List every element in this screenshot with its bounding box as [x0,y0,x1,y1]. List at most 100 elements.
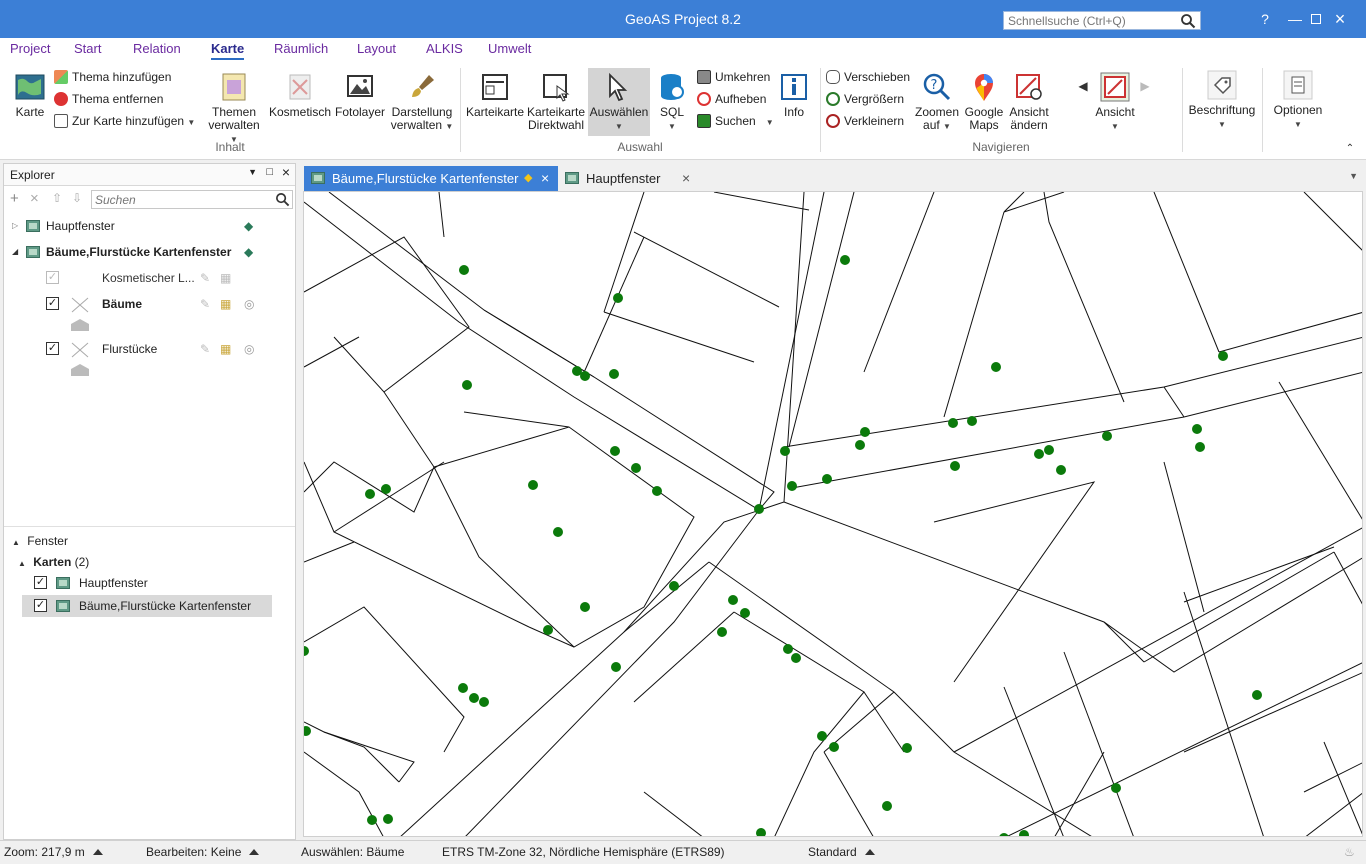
tree-point[interactable] [553,527,563,537]
tree-point[interactable] [669,581,679,591]
tree-point[interactable] [580,602,590,612]
fotolayer-button[interactable]: Fotolayer [334,72,386,119]
tree-point[interactable] [787,481,797,491]
tree-point[interactable] [479,697,489,707]
delete-icon[interactable]: × [30,190,39,207]
collapse-chevron-icon[interactable]: ◢ [12,241,18,263]
ansicht-aendern-button[interactable]: Ansicht ändern [1006,72,1052,132]
status-standard[interactable]: Standard [808,845,875,859]
fenster-header[interactable]: ▲ Fenster [12,530,68,552]
karten-group[interactable]: ▲ Karten (2) [18,551,89,573]
tab-alkis[interactable]: ALKIS [426,41,463,56]
tree-point[interactable] [882,801,892,811]
layer-scale-icon[interactable]: ◎ [244,338,254,360]
edit-pencil-icon[interactable]: ✎ [200,267,210,289]
theme-add-icon[interactable]: ◆ [244,215,253,237]
layer-properties-icon[interactable]: ▦ [220,338,231,360]
tree-point[interactable] [967,416,977,426]
auswaehlen-button[interactable]: Auswählen ▼ [588,68,650,136]
doc-tab-hauptfenster[interactable]: Hauptfenster × [558,166,698,191]
sql-button[interactable]: SQL ▼ [652,72,692,133]
theme-add-icon[interactable]: ◆ [244,241,253,263]
doc-tab-close-icon[interactable]: × [541,166,549,191]
darstellung-verwalten-button[interactable]: Darstellung verwalten ▼ [389,72,455,133]
search-icon[interactable] [275,192,290,207]
tree-point[interactable] [1111,783,1121,793]
window-visible-checkbox[interactable]: ✓ [34,576,47,589]
layer-properties-icon[interactable]: ▦ [220,293,231,315]
tree-point[interactable] [1019,830,1029,837]
collapse-chevron-icon[interactable]: ▲ [12,538,20,547]
kosmetisch-button[interactable]: Kosmetisch [268,72,332,119]
tree-point[interactable] [728,595,738,605]
tree-item-flurstuecke[interactable]: ✓ Flurstücke ✎ ▦ ◎ [44,338,284,360]
edit-pencil-icon[interactable]: ✎ [200,293,210,315]
tree-point[interactable] [817,731,827,741]
zoomen-auf-button[interactable]: ? Zoomen auf ▼ [912,72,962,133]
google-maps-button[interactable]: Google Maps [962,72,1006,132]
bearbeiten-up-arrow-icon[interactable] [249,849,260,855]
tree-point[interactable] [459,265,469,275]
close-button[interactable]: × [1325,8,1355,30]
ansicht-button[interactable]: Ansicht ▼ [1093,72,1137,133]
tree-point[interactable] [631,463,641,473]
tree-point[interactable] [1102,431,1112,441]
thema-hinzufuegen-button[interactable]: Thema hinzufügen [54,68,171,86]
tree-point[interactable] [822,474,832,484]
add-icon[interactable]: + [10,190,19,207]
help-icon[interactable]: ? [1250,8,1280,30]
tree-point[interactable] [991,362,1001,372]
verkleinern-button[interactable]: Verkleinern [826,112,904,130]
tree-point[interactable] [580,371,590,381]
explorer-search-input[interactable]: Suchen [91,190,293,209]
map-canvas[interactable] [303,191,1363,837]
tree-point[interactable] [791,653,801,663]
tree-item-baeume[interactable]: ✓ Bäume ✎ ▦ ◎ [44,293,284,315]
collapse-chevron-icon[interactable]: ▲ [18,559,26,568]
layer-scale-icon[interactable]: ◎ [244,293,254,315]
expand-chevron-icon[interactable]: ▷ [12,215,18,237]
thema-entfernen-button[interactable]: Thema entfernen [54,90,163,108]
tree-point[interactable] [717,627,727,637]
tree-point[interactable] [652,486,662,496]
quick-search-input[interactable]: Schnellsuche (Ctrl+Q) [1003,11,1201,30]
themen-verwalten-button[interactable]: Themen verwalten ▼ [203,72,265,146]
tree-item-hauptfenster[interactable]: ▷ Hauptfenster ◆ [12,215,282,237]
tree-point[interactable] [783,644,793,654]
tree-point[interactable] [780,446,790,456]
tree-point[interactable] [1218,351,1228,361]
pin-icon[interactable]: □ [266,166,273,178]
doc-tab-baeume-kartenfenster[interactable]: Bäume,Flurstücke Kartenfenster ◆ × [304,166,558,191]
tree-point[interactable] [613,293,623,303]
tab-karte[interactable]: Karte [211,41,245,60]
layer-visibility-checkbox[interactable]: ✓ [46,271,59,284]
tree-point[interactable] [1252,690,1262,700]
tab-relation[interactable]: Relation [133,41,181,56]
explorer-close-icon[interactable]: × [282,164,290,180]
karteikarte-direktwahl-button[interactable]: Karteikarte Direktwahl [525,72,587,132]
info-button[interactable]: Info [776,72,812,119]
edit-pencil-icon[interactable]: ✎ [200,338,210,360]
aufheben-button[interactable]: Aufheben [697,90,766,108]
standard-up-arrow-icon[interactable] [864,849,875,855]
beschriftung-button[interactable]: Beschriftung ▼ [1186,70,1258,131]
window-visible-checkbox[interactable]: ✓ [34,599,47,612]
tab-start[interactable]: Start [74,41,101,56]
tabs-overflow-chevron-icon[interactable]: ▼ [1349,171,1358,181]
tree-item-baeume-kartenfenster[interactable]: ◢ Bäume,Flurstücke Kartenfenster ◆ [12,241,282,263]
move-up-icon[interactable]: ⇧ [52,191,62,205]
zur-karte-hinzufuegen-button[interactable]: Zur Karte hinzufügen ▼ [54,112,195,130]
tree-points[interactable] [304,255,1262,837]
tree-point[interactable] [611,662,621,672]
tab-layout[interactable]: Layout [357,41,396,56]
tree-point[interactable] [1044,445,1054,455]
umkehren-button[interactable]: Umkehren [697,68,770,86]
tab-raeumlich[interactable]: Räumlich [274,41,328,56]
tree-point[interactable] [754,504,764,514]
search-icon[interactable] [1180,13,1196,29]
tree-point[interactable] [383,814,393,824]
tree-point[interactable] [902,743,912,753]
layer-properties-icon[interactable]: ▦ [220,267,231,289]
karteikarte-button[interactable]: Karteikarte [465,72,525,119]
tree-point[interactable] [1192,424,1202,434]
